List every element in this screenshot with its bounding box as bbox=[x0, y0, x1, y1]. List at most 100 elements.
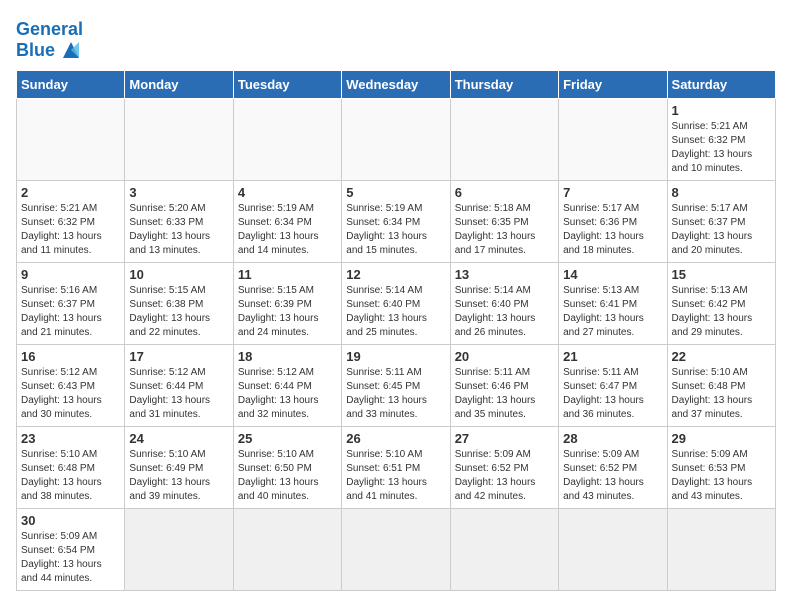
day-info: Sunrise: 5:12 AM Sunset: 6:43 PM Dayligh… bbox=[21, 366, 120, 422]
day-number: 3 bbox=[129, 185, 228, 200]
calendar-cell: 3 Sunrise: 5:20 AM Sunset: 6:33 PM Daylig… bbox=[125, 180, 233, 262]
day-number: 1 bbox=[672, 103, 771, 118]
day-number: 7 bbox=[563, 185, 662, 200]
page-header: General Blue bbox=[16, 16, 776, 62]
calendar-cell: 7Sunrise: 5:17 AM Sunset: 6:36 PM Daylig… bbox=[559, 180, 667, 262]
calendar-cell: 2Sunrise: 5:21 AM Sunset: 6:32 PM Daylig… bbox=[17, 180, 125, 262]
calendar-cell bbox=[667, 508, 775, 590]
day-info: Sunrise: 5:15 AM Sunset: 6:39 PM Dayligh… bbox=[238, 284, 337, 340]
calendar-cell: 8Sunrise: 5:17 AM Sunset: 6:37 PM Daylig… bbox=[667, 180, 775, 262]
day-number: 8 bbox=[672, 185, 771, 200]
calendar-cell bbox=[559, 508, 667, 590]
day-number: 25 bbox=[238, 431, 337, 446]
day-number: 26 bbox=[346, 431, 445, 446]
calendar-day-header: Friday bbox=[559, 70, 667, 98]
day-info: Sunrise: 5:13 AM Sunset: 6:42 PM Dayligh… bbox=[672, 284, 771, 340]
day-number: 23 bbox=[21, 431, 120, 446]
day-info: Sunrise: 5:13 AM Sunset: 6:41 PM Dayligh… bbox=[563, 284, 662, 340]
day-info: Sunrise: 5:14 AM Sunset: 6:40 PM Dayligh… bbox=[455, 284, 554, 340]
day-number: 21 bbox=[563, 349, 662, 364]
day-number: 5 bbox=[346, 185, 445, 200]
day-info: Sunrise: 5:16 AM Sunset: 6:37 PM Dayligh… bbox=[21, 284, 120, 340]
calendar-cell: 22Sunrise: 5:10 AM Sunset: 6:48 PM Dayli… bbox=[667, 344, 775, 426]
day-number: 10 bbox=[129, 267, 228, 282]
calendar-day-header: Wednesday bbox=[342, 70, 450, 98]
calendar-week-row: 30 Sunrise: 5:09 AM Sunset: 6:54 PM Dayli… bbox=[17, 508, 776, 590]
logo-text: General bbox=[16, 20, 85, 40]
day-number: 20 bbox=[455, 349, 554, 364]
calendar-week-row: 1 Sunrise: 5:21 AM Sunset: 6:32 PM Daylig… bbox=[17, 98, 776, 180]
calendar-cell: 30 Sunrise: 5:09 AM Sunset: 6:54 PM Dayli… bbox=[17, 508, 125, 590]
calendar-day-header: Thursday bbox=[450, 70, 558, 98]
calendar-day-header: Tuesday bbox=[233, 70, 341, 98]
day-info: Sunrise: 5:10 AM Sunset: 6:50 PM Dayligh… bbox=[238, 448, 337, 504]
logo-icon bbox=[57, 40, 85, 62]
day-info: Sunrise: 5:21 AM Sunset: 6:32 PM Dayligh… bbox=[672, 120, 771, 176]
calendar-cell bbox=[342, 98, 450, 180]
day-info: Sunrise: 5:14 AM Sunset: 6:40 PM Dayligh… bbox=[346, 284, 445, 340]
calendar-cell: 20 Sunrise: 5:11 AM Sunset: 6:46 PM Dayli… bbox=[450, 344, 558, 426]
day-info: Sunrise: 5:21 AM Sunset: 6:32 PM Dayligh… bbox=[21, 202, 120, 258]
calendar-cell bbox=[17, 98, 125, 180]
day-number: 18 bbox=[238, 349, 337, 364]
day-info: Sunrise: 5:15 AM Sunset: 6:38 PM Dayligh… bbox=[129, 284, 228, 340]
calendar-week-row: 16 Sunrise: 5:12 AM Sunset: 6:43 PM Dayli… bbox=[17, 344, 776, 426]
calendar-week-row: 9Sunrise: 5:16 AM Sunset: 6:37 PM Daylig… bbox=[17, 262, 776, 344]
day-number: 12 bbox=[346, 267, 445, 282]
day-number: 14 bbox=[563, 267, 662, 282]
calendar-day-header: Sunday bbox=[17, 70, 125, 98]
calendar-cell: 15 Sunrise: 5:13 AM Sunset: 6:42 PM Dayli… bbox=[667, 262, 775, 344]
day-info: Sunrise: 5:09 AM Sunset: 6:54 PM Dayligh… bbox=[21, 530, 120, 586]
calendar-cell: 28 Sunrise: 5:09 AM Sunset: 6:52 PM Dayli… bbox=[559, 426, 667, 508]
calendar-cell bbox=[125, 98, 233, 180]
day-info: Sunrise: 5:10 AM Sunset: 6:48 PM Dayligh… bbox=[672, 366, 771, 422]
calendar-cell: 9Sunrise: 5:16 AM Sunset: 6:37 PM Daylig… bbox=[17, 262, 125, 344]
calendar-cell bbox=[342, 508, 450, 590]
day-info: Sunrise: 5:12 AM Sunset: 6:44 PM Dayligh… bbox=[238, 366, 337, 422]
day-info: Sunrise: 5:11 AM Sunset: 6:46 PM Dayligh… bbox=[455, 366, 554, 422]
day-info: Sunrise: 5:09 AM Sunset: 6:52 PM Dayligh… bbox=[563, 448, 662, 504]
calendar-cell: 14 Sunrise: 5:13 AM Sunset: 6:41 PM Dayli… bbox=[559, 262, 667, 344]
calendar-cell: 11 Sunrise: 5:15 AM Sunset: 6:39 PM Dayli… bbox=[233, 262, 341, 344]
calendar-cell: 19Sunrise: 5:11 AM Sunset: 6:45 PM Dayli… bbox=[342, 344, 450, 426]
day-info: Sunrise: 5:19 AM Sunset: 6:34 PM Dayligh… bbox=[238, 202, 337, 258]
calendar-cell bbox=[559, 98, 667, 180]
day-number: 30 bbox=[21, 513, 120, 528]
calendar-cell: 24Sunrise: 5:10 AM Sunset: 6:49 PM Dayli… bbox=[125, 426, 233, 508]
calendar-cell: 26 Sunrise: 5:10 AM Sunset: 6:51 PM Dayli… bbox=[342, 426, 450, 508]
day-info: Sunrise: 5:18 AM Sunset: 6:35 PM Dayligh… bbox=[455, 202, 554, 258]
calendar-cell: 18 Sunrise: 5:12 AM Sunset: 6:44 PM Dayli… bbox=[233, 344, 341, 426]
day-info: Sunrise: 5:09 AM Sunset: 6:52 PM Dayligh… bbox=[455, 448, 554, 504]
logo-blue: Blue bbox=[16, 40, 55, 61]
calendar-body: 1 Sunrise: 5:21 AM Sunset: 6:32 PM Daylig… bbox=[17, 98, 776, 590]
day-number: 16 bbox=[21, 349, 120, 364]
calendar-cell bbox=[450, 98, 558, 180]
calendar-cell bbox=[233, 508, 341, 590]
calendar-cell bbox=[233, 98, 341, 180]
calendar-cell bbox=[450, 508, 558, 590]
day-number: 28 bbox=[563, 431, 662, 446]
calendar-cell: 23Sunrise: 5:10 AM Sunset: 6:48 PM Dayli… bbox=[17, 426, 125, 508]
calendar-cell: 29 Sunrise: 5:09 AM Sunset: 6:53 PM Dayli… bbox=[667, 426, 775, 508]
calendar-table: SundayMondayTuesdayWednesdayThursdayFrid… bbox=[16, 70, 776, 591]
day-number: 4 bbox=[238, 185, 337, 200]
calendar-cell: 25 Sunrise: 5:10 AM Sunset: 6:50 PM Dayli… bbox=[233, 426, 341, 508]
day-number: 6 bbox=[455, 185, 554, 200]
day-number: 17 bbox=[129, 349, 228, 364]
calendar-day-header: Monday bbox=[125, 70, 233, 98]
day-info: Sunrise: 5:12 AM Sunset: 6:44 PM Dayligh… bbox=[129, 366, 228, 422]
day-info: Sunrise: 5:11 AM Sunset: 6:45 PM Dayligh… bbox=[346, 366, 445, 422]
calendar-cell: 21Sunrise: 5:11 AM Sunset: 6:47 PM Dayli… bbox=[559, 344, 667, 426]
calendar-header-row: SundayMondayTuesdayWednesdayThursdayFrid… bbox=[17, 70, 776, 98]
calendar-week-row: 23Sunrise: 5:10 AM Sunset: 6:48 PM Dayli… bbox=[17, 426, 776, 508]
day-info: Sunrise: 5:10 AM Sunset: 6:51 PM Dayligh… bbox=[346, 448, 445, 504]
calendar-cell: 13Sunrise: 5:14 AM Sunset: 6:40 PM Dayli… bbox=[450, 262, 558, 344]
calendar-cell bbox=[125, 508, 233, 590]
calendar-week-row: 2Sunrise: 5:21 AM Sunset: 6:32 PM Daylig… bbox=[17, 180, 776, 262]
logo: General Blue bbox=[16, 20, 85, 62]
day-info: Sunrise: 5:20 AM Sunset: 6:33 PM Dayligh… bbox=[129, 202, 228, 258]
day-number: 11 bbox=[238, 267, 337, 282]
day-number: 15 bbox=[672, 267, 771, 282]
day-info: Sunrise: 5:09 AM Sunset: 6:53 PM Dayligh… bbox=[672, 448, 771, 504]
day-number: 29 bbox=[672, 431, 771, 446]
